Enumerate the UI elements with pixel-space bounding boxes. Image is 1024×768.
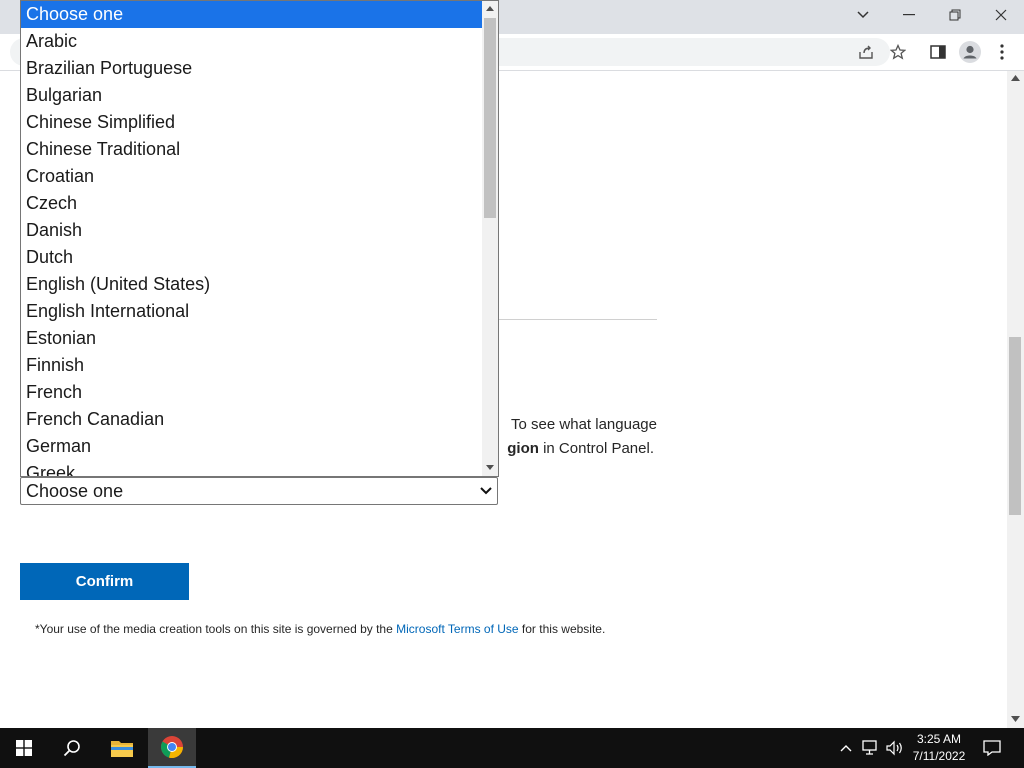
network-icon[interactable] (860, 728, 882, 768)
terms-text: *Your use of the media creation tools on… (35, 622, 605, 636)
dropdown-option[interactable]: Brazilian Portuguese (21, 55, 483, 82)
dropdown-option[interactable]: Chinese Simplified (21, 109, 483, 136)
more-menu-icon[interactable] (990, 40, 1014, 64)
page-scrollbar-thumb[interactable] (1009, 337, 1021, 515)
terms-of-use-link[interactable]: Microsoft Terms of Use (396, 622, 518, 636)
info-rest-text: in Control Panel. (538, 440, 654, 457)
chevron-down-icon (479, 480, 493, 502)
dropdown-option[interactable]: Danish (21, 217, 483, 244)
confirm-button[interactable]: Confirm (20, 563, 189, 600)
volume-icon[interactable] (884, 728, 906, 768)
clock-date: 7/11/2022 (912, 749, 966, 763)
dropdown-option[interactable]: Finnish (21, 352, 483, 379)
profile-avatar-icon[interactable] (958, 40, 982, 64)
chevron-up-icon[interactable] (836, 728, 856, 768)
dropdown-scroll-down-icon[interactable] (486, 465, 494, 470)
dropdown-option[interactable]: Dutch (21, 244, 483, 271)
dropdown-scrollbar[interactable] (482, 1, 498, 476)
dropdown-option[interactable]: Czech (21, 190, 483, 217)
language-select-value: Choose one (26, 481, 124, 501)
dropdown-scroll-up-icon[interactable] (486, 6, 494, 11)
dropdown-scrollbar-thumb[interactable] (484, 18, 496, 218)
dropdown-option[interactable]: Choose one (21, 1, 483, 28)
taskbar-clock[interactable]: 3:25 AM 7/11/2022 (905, 731, 973, 765)
chrome-taskbar-icon[interactable] (148, 728, 196, 768)
file-explorer-icon[interactable] (98, 728, 146, 768)
clock-time: 3:25 AM (916, 732, 962, 746)
terms-prefix: *Your use of the media creation tools on… (35, 622, 397, 636)
windows-taskbar: 3:25 AM 7/11/2022 (0, 728, 1024, 768)
language-dropdown-list[interactable]: Choose one Arabic Brazilian Portuguese Bulg… (20, 0, 499, 477)
dropdown-option[interactable]: French (21, 379, 483, 406)
dropdown-option[interactable]: Croatian (21, 163, 483, 190)
scroll-down-arrow-icon[interactable] (1011, 716, 1020, 722)
minimize-button[interactable] (886, 0, 932, 30)
dropdown-option[interactable]: French Canadian (21, 406, 483, 433)
terms-suffix: for this website. (518, 622, 606, 636)
scroll-up-arrow-icon[interactable] (1011, 75, 1020, 81)
dropdown-option[interactable]: Bulgarian (21, 82, 483, 109)
info-bold-text: gion (507, 440, 539, 457)
dropdown-options: Choose one Arabic Brazilian Portuguese Bulg… (21, 1, 483, 476)
dropdown-option[interactable]: German (21, 433, 483, 460)
dropdown-option[interactable]: Greek (21, 460, 483, 476)
restore-button[interactable] (932, 0, 978, 30)
dropdown-option[interactable]: Chinese Traditional (21, 136, 483, 163)
dropdown-option[interactable]: English International (21, 298, 483, 325)
info-line-2: gion in Control Panel. (507, 437, 654, 461)
tab-search-chevron-icon[interactable] (840, 0, 886, 30)
dropdown-option[interactable]: English (United States) (21, 271, 483, 298)
page-scrollbar[interactable] (1007, 71, 1024, 728)
dropdown-option[interactable]: Arabic (21, 28, 483, 55)
dropdown-option[interactable]: Estonian (21, 325, 483, 352)
notifications-icon[interactable] (978, 728, 1006, 768)
search-icon[interactable] (48, 728, 96, 768)
bookmark-star-icon[interactable] (886, 40, 910, 64)
language-select[interactable]: Choose one (20, 477, 498, 505)
share-icon[interactable] (854, 40, 878, 64)
side-panel-icon[interactable] (926, 40, 950, 64)
close-button[interactable] (978, 0, 1024, 30)
start-windows-icon[interactable] (0, 728, 48, 768)
info-line-1: To see what language (511, 416, 657, 433)
